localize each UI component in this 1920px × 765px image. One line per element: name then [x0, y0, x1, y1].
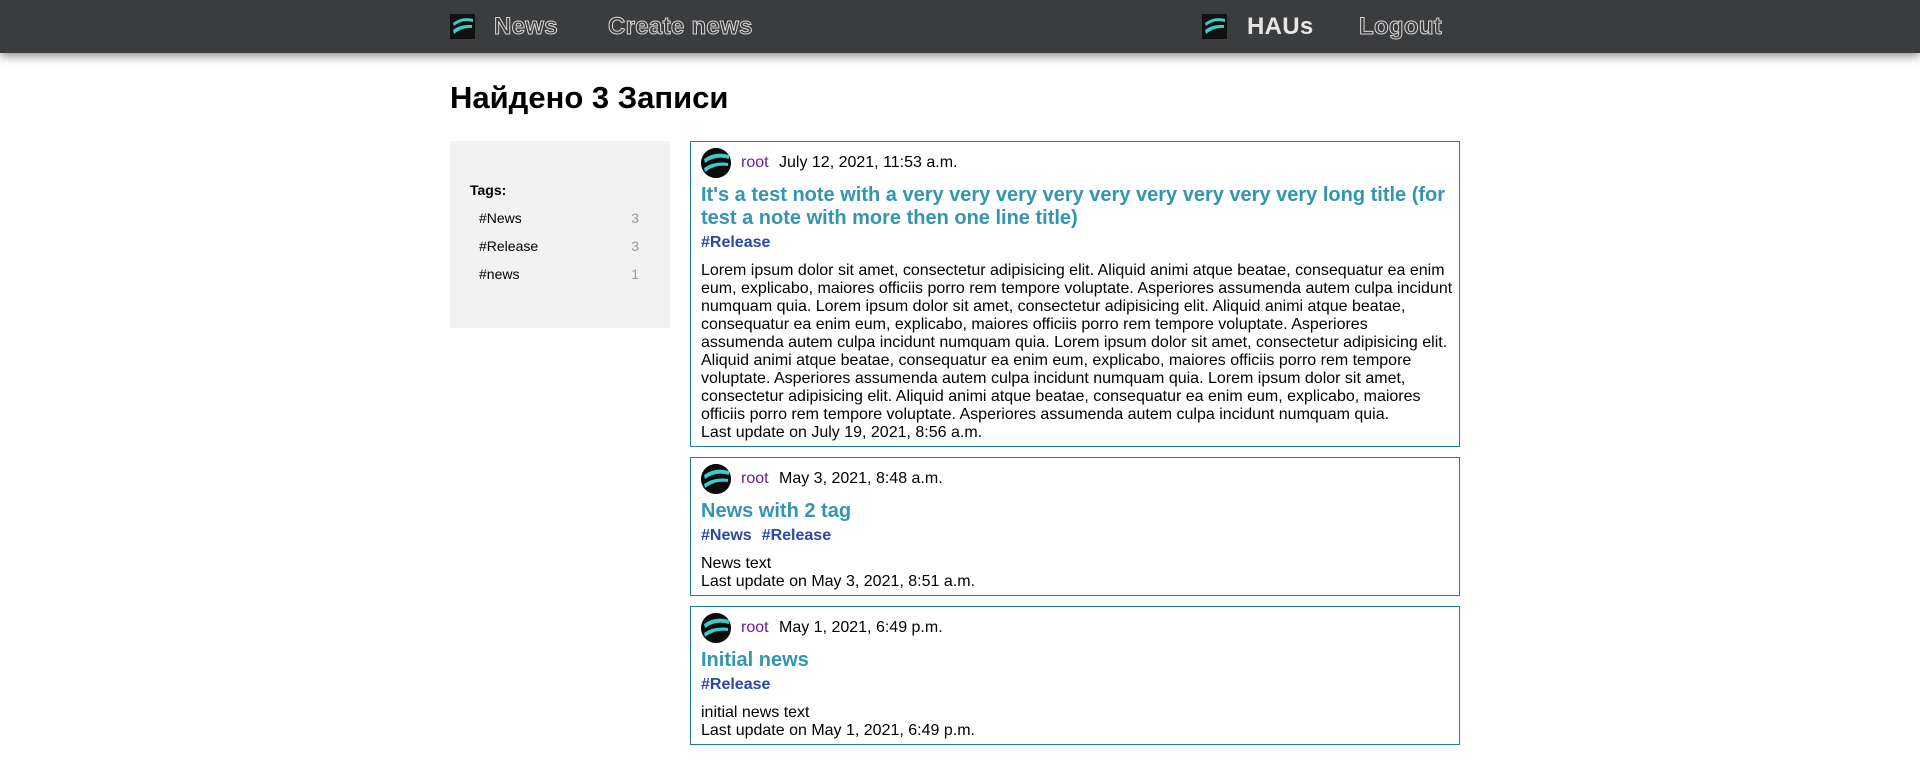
- post-date: May 3, 2021, 8:48 a.m.: [779, 470, 943, 487]
- tag-name[interactable]: #Release: [479, 237, 538, 255]
- post-last-update: Last update on May 1, 2021, 6:49 p.m.: [701, 722, 975, 739]
- avatar-logo-icon[interactable]: [701, 148, 731, 178]
- post-title-link[interactable]: News with 2 tag: [701, 500, 1451, 523]
- tag-count: 3: [631, 238, 639, 254]
- post-last-update: Last update on May 3, 2021, 8:51 a.m.: [701, 573, 975, 590]
- news-card: root May 3, 2021, 8:48 a.m. News with 2 …: [690, 457, 1460, 596]
- news-card: root July 12, 2021, 11:53 a.m. It's a te…: [690, 141, 1460, 447]
- post-text: initial news text: [701, 704, 810, 721]
- post-title-link[interactable]: It's a test note with a very very very v…: [701, 184, 1451, 230]
- tag-name[interactable]: #News: [479, 209, 522, 227]
- post-date: July 12, 2021, 11:53 a.m.: [779, 154, 958, 171]
- tag-name[interactable]: #news: [479, 265, 519, 283]
- page-title: Найдено 3 Записи: [450, 80, 729, 115]
- post-author-link[interactable]: root: [741, 154, 769, 172]
- post-author-link[interactable]: root: [741, 470, 769, 488]
- post-tags: #Release: [701, 234, 780, 252]
- post-author-link[interactable]: root: [741, 619, 769, 637]
- top-navigation-bar: News Create news HAUs Logout: [0, 0, 1920, 53]
- tag-count: 3: [631, 210, 639, 226]
- post-tag-link[interactable]: #News: [701, 527, 752, 544]
- post-body: Lorem ipsum dolor sit amet, consectetur …: [701, 262, 1453, 442]
- avatar-logo-icon[interactable]: [701, 464, 731, 494]
- post-body: News text Last update on May 3, 2021, 8:…: [701, 555, 1453, 591]
- post-tag-link[interactable]: #Release: [762, 527, 831, 544]
- sidebar-tag-item[interactable]: #Release 3: [479, 237, 639, 255]
- post-text: Lorem ipsum dolor sit amet, consectetur …: [701, 262, 1453, 423]
- post-date: May 1, 2021, 6:49 p.m.: [779, 619, 943, 636]
- sidebar-tag-item[interactable]: #News 3: [479, 209, 639, 227]
- post-body: initial news text Last update on May 1, …: [701, 704, 1453, 740]
- post-title-link[interactable]: Initial news: [701, 649, 1451, 672]
- avatar-logo-icon[interactable]: [701, 613, 731, 643]
- post-tags: #Release: [701, 676, 780, 694]
- post-tag-link[interactable]: #Release: [701, 234, 770, 251]
- nav-logout-link[interactable]: Logout: [1358, 13, 1442, 41]
- nav-news-link[interactable]: News: [494, 13, 559, 41]
- nav-user-link[interactable]: HAUs: [1247, 13, 1314, 41]
- tags-sidebar: Tags: #News 3 #Release 3 #news 1: [450, 141, 670, 328]
- site-logo-icon[interactable]: [450, 14, 475, 39]
- user-logo-icon[interactable]: [1202, 14, 1227, 39]
- post-tags: #News #Release: [701, 527, 841, 545]
- news-card: root May 1, 2021, 6:49 p.m. Initial news…: [690, 606, 1460, 745]
- sidebar-tag-item[interactable]: #news 1: [479, 265, 639, 283]
- post-last-update: Last update on July 19, 2021, 8:56 a.m.: [701, 424, 983, 441]
- tags-title: Tags:: [470, 182, 507, 198]
- tag-count: 1: [631, 266, 639, 282]
- post-text: News text: [701, 555, 772, 572]
- post-tag-link[interactable]: #Release: [701, 676, 770, 693]
- nav-create-news-link[interactable]: Create news: [608, 13, 753, 41]
